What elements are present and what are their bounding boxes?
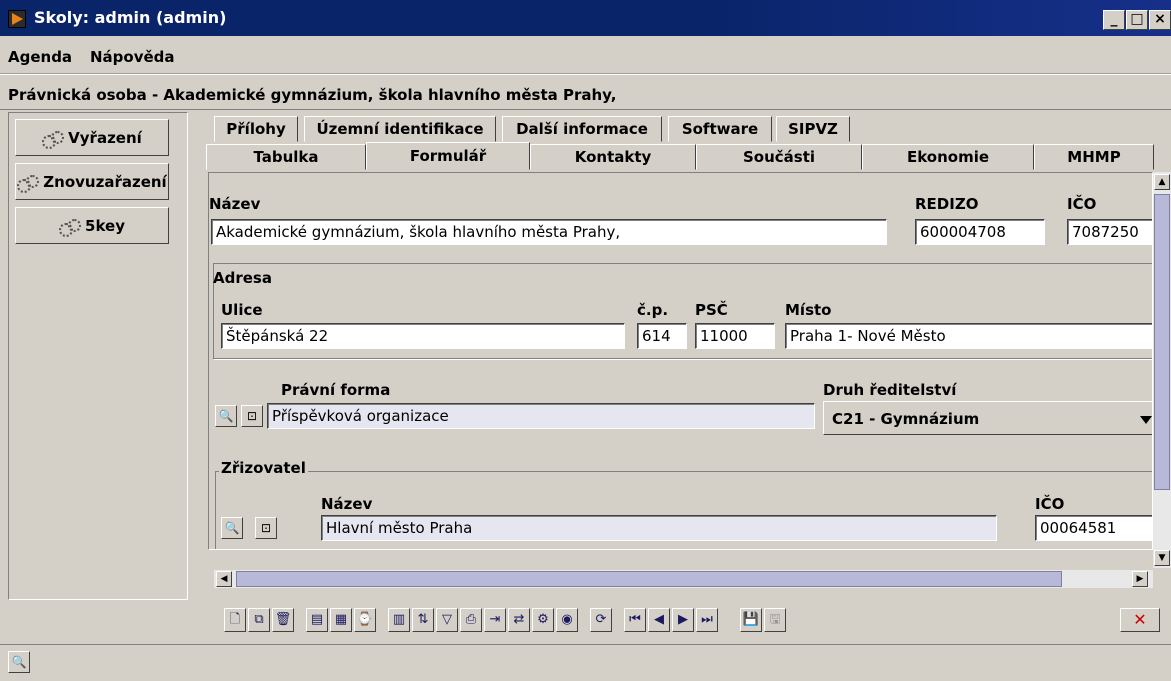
- tab-prilohy[interactable]: Přílohy: [214, 116, 298, 142]
- gears-icon: [59, 218, 82, 237]
- form-panel: Název Akademické gymnázium, škola hlavní…: [208, 172, 1153, 550]
- scroll-down-icon[interactable]: ▼: [1154, 550, 1170, 566]
- record-title: Právnická osoba - Akademické gymnázium, …: [8, 86, 617, 104]
- ulice-field[interactable]: Štěpánská 22: [221, 323, 625, 349]
- table-icon[interactable]: ▥: [388, 608, 410, 632]
- tab-dalsi-informace[interactable]: Další informace: [502, 116, 662, 142]
- ico-field[interactable]: 7087250: [1067, 219, 1152, 245]
- tab-soucasti[interactable]: Součásti: [696, 144, 862, 170]
- save-all-disabled-icon: 🖫: [764, 608, 786, 632]
- first-record-icon[interactable]: ⏮: [624, 608, 646, 632]
- clear-icon[interactable]: ⊡: [255, 517, 277, 539]
- tab-sipvz[interactable]: SIPVZ: [776, 116, 850, 142]
- znovuzarazeni-button[interactable]: Znovuzařazení: [15, 163, 169, 200]
- misto-label: Místo: [785, 301, 832, 319]
- cp-label: č.p.: [637, 301, 669, 319]
- zrizovatel-legend: Zřizovatel: [219, 459, 308, 477]
- vyrazeni-button[interactable]: Vyřazení: [15, 119, 169, 156]
- tab-formular[interactable]: Formulář: [366, 142, 530, 170]
- close-window-button[interactable]: ×: [1149, 10, 1171, 30]
- 5key-label: 5key: [85, 216, 125, 235]
- menu-agenda[interactable]: Agenda: [8, 48, 72, 66]
- vyrazeni-label: Vyřazení: [68, 128, 142, 147]
- pravni-forma-field[interactable]: Příspěvková organizace: [267, 403, 815, 429]
- pravni-forma-label: Právní forma: [281, 381, 391, 399]
- print-icon[interactable]: ⎙: [460, 608, 482, 632]
- next-record-icon[interactable]: ▶: [672, 608, 694, 632]
- horizontal-scrollbar[interactable]: ◀ ▶: [214, 570, 1153, 588]
- maximize-button[interactable]: □: [1126, 10, 1148, 30]
- clear-icon[interactable]: ⊡: [241, 405, 263, 427]
- record-header: Právnická osoba - Akademické gymnázium, …: [0, 74, 1171, 110]
- tab-software[interactable]: Software: [668, 116, 772, 142]
- tab-uzemni-identifikace[interactable]: Územní identifikace: [304, 116, 496, 142]
- psc-field[interactable]: 11000: [695, 323, 775, 349]
- zrizovatel-ico-label: IČO: [1035, 495, 1065, 513]
- tab-tabulka[interactable]: Tabulka: [206, 144, 366, 170]
- new-record-icon[interactable]: 🗋: [224, 608, 246, 632]
- previous-record-icon[interactable]: ◀: [648, 608, 670, 632]
- tab-kontakty[interactable]: Kontakty: [530, 144, 696, 170]
- gears-icon: [17, 174, 40, 193]
- last-record-icon[interactable]: ⏭: [696, 608, 718, 632]
- ico-label: IČO: [1067, 195, 1097, 213]
- settings-icon[interactable]: ⚙: [532, 608, 554, 632]
- nazev-label: Název: [209, 195, 261, 213]
- vertical-scroll-thumb[interactable]: [1154, 194, 1170, 490]
- cp-field[interactable]: 614: [637, 323, 687, 349]
- psc-label: PSČ: [695, 301, 728, 319]
- redizo-field[interactable]: 600004708: [915, 219, 1045, 245]
- status-bar: 🔍: [0, 644, 1171, 681]
- ulice-label: Ulice: [221, 301, 263, 319]
- cancel-close-button[interactable]: ✕: [1120, 608, 1160, 632]
- title-bar: Skoly: admin (admin) _ □ ×: [0, 0, 1171, 36]
- search-icon[interactable]: 🔍: [221, 517, 243, 539]
- scroll-left-icon[interactable]: ◀: [216, 571, 232, 587]
- druh-reditelstvi-select[interactable]: C21 - Gymnázium: [823, 401, 1152, 435]
- druh-reditelstvi-value: C21 - Gymnázium: [832, 410, 980, 428]
- search-icon[interactable]: 🔍: [215, 405, 237, 427]
- transfer-icon[interactable]: ⇄: [508, 608, 530, 632]
- 5key-button[interactable]: 5key: [15, 207, 169, 244]
- filter-icon[interactable]: ▽: [436, 608, 458, 632]
- delete-icon[interactable]: 🗑: [272, 608, 294, 632]
- export-icon[interactable]: ⇥: [484, 608, 506, 632]
- document-icon[interactable]: ▦: [330, 608, 352, 632]
- horizontal-scroll-thumb[interactable]: [236, 571, 1062, 587]
- tab-ekonomie[interactable]: Ekonomie: [862, 144, 1034, 170]
- bottom-toolbar: 🗋 ⧉ 🗑 ▤ ▦ ⌚ ▥ ⇅ ▽ ⎙ ⇥ ⇄ ⚙ ◉ ⟳ ⏮ ◀ ▶ ⏭ 💾 …: [210, 604, 1171, 640]
- zrizovatel-nazev-label: Název: [321, 495, 373, 513]
- window-title: Skoly: admin (admin): [34, 8, 227, 27]
- save-disabled-icon: 💾: [740, 608, 762, 632]
- menu-napoveda[interactable]: Nápověda: [90, 48, 175, 66]
- view-icon[interactable]: ◉: [556, 608, 578, 632]
- misto-field[interactable]: Praha 1- Nové Město: [785, 323, 1152, 349]
- sort-icon[interactable]: ⇅: [412, 608, 434, 632]
- tab-mhmp[interactable]: MHMP: [1034, 144, 1154, 170]
- vertical-scrollbar[interactable]: ▲ ▼: [1153, 172, 1171, 568]
- redizo-label: REDIZO: [915, 195, 979, 213]
- druh-reditelstvi-label: Druh ředitelství: [823, 381, 957, 399]
- znovuzarazeni-label: Znovuzařazení: [43, 172, 167, 191]
- copy-record-icon[interactable]: ⧉: [248, 608, 270, 632]
- zrizovatel-nazev-field[interactable]: Hlavní město Praha: [321, 515, 997, 541]
- refresh-icon[interactable]: ⟳: [590, 608, 612, 632]
- scroll-up-icon[interactable]: ▲: [1154, 174, 1170, 190]
- database-icon[interactable]: ▤: [306, 608, 328, 632]
- zrizovatel-ico-field[interactable]: 00064581: [1035, 515, 1152, 541]
- search-icon[interactable]: 🔍: [8, 651, 30, 673]
- nazev-field[interactable]: Akademické gymnázium, škola hlavního měs…: [211, 219, 887, 245]
- minimize-button[interactable]: _: [1103, 10, 1125, 30]
- adresa-legend: Adresa: [213, 269, 272, 287]
- chevron-down-icon: [1140, 416, 1152, 424]
- clock-icon[interactable]: ⌚: [354, 608, 376, 632]
- scroll-right-icon[interactable]: ▶: [1132, 571, 1148, 587]
- app-icon: [8, 10, 26, 28]
- gears-icon: [42, 130, 65, 149]
- menu-bar: Agenda Nápověda: [0, 36, 1171, 74]
